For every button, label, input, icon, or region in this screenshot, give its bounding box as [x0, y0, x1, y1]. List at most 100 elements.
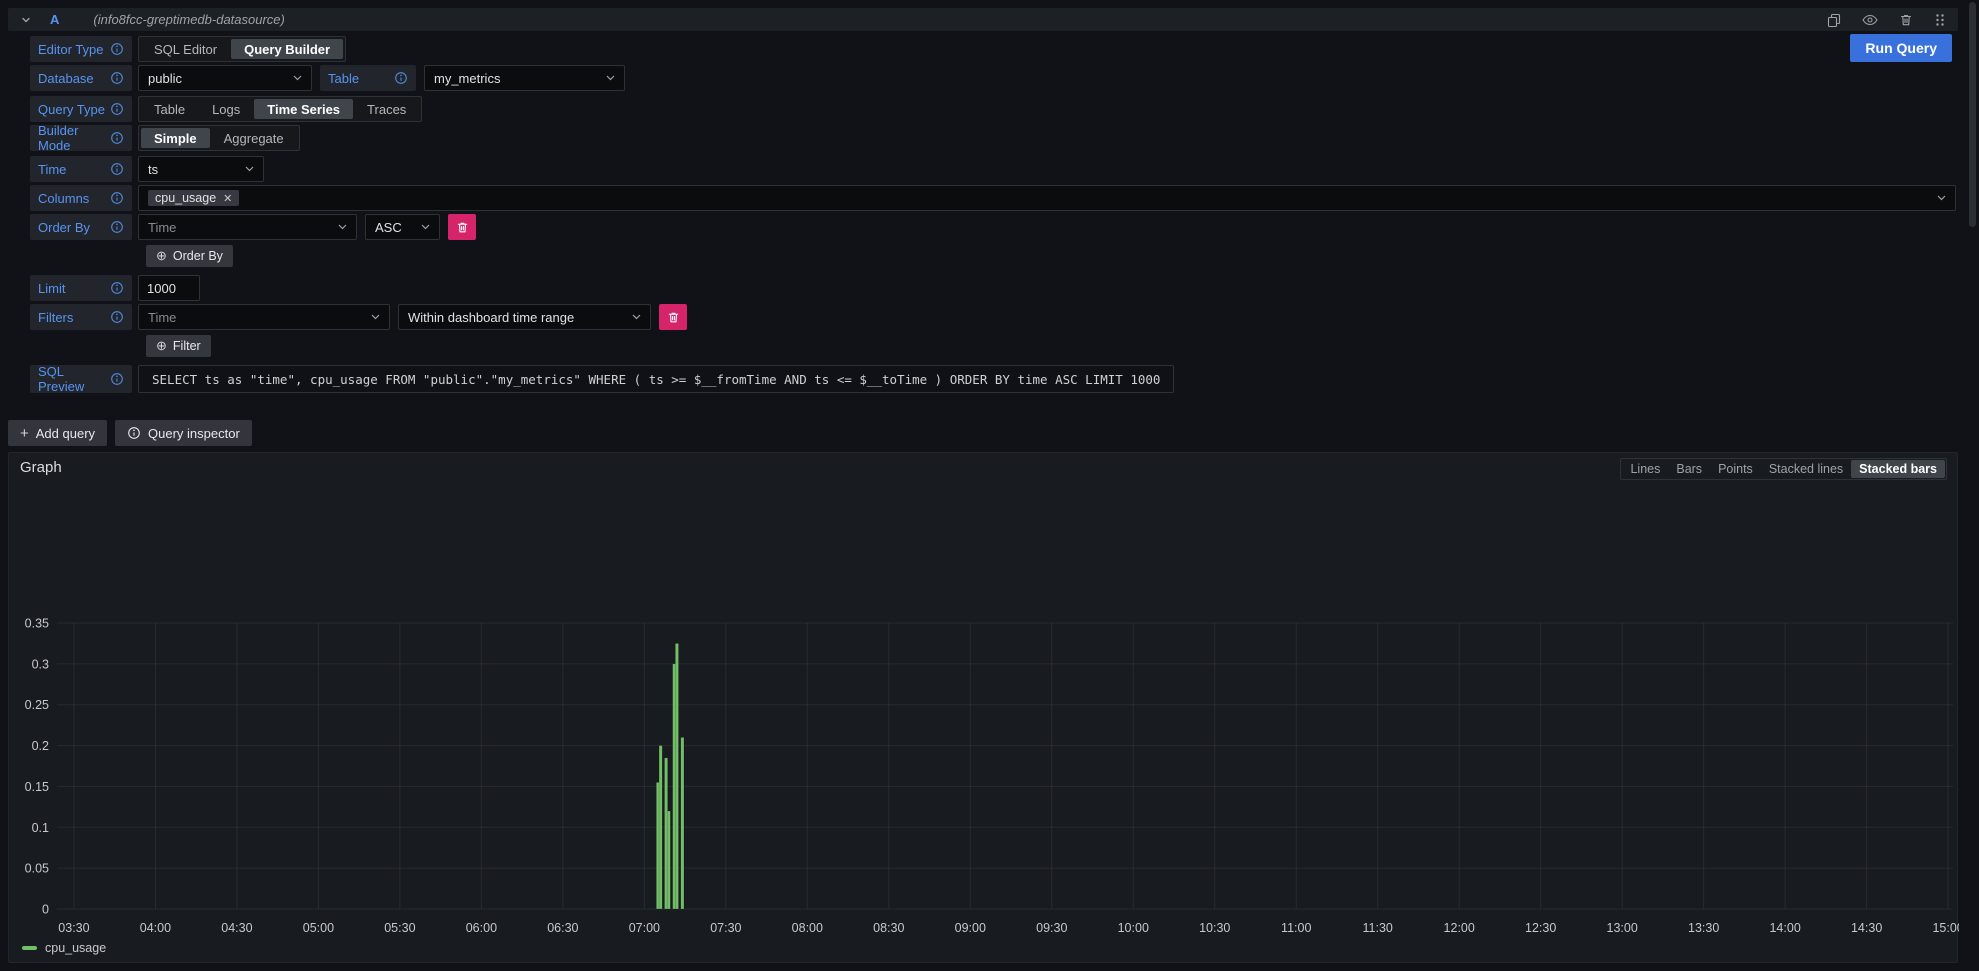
- mode-tab-lines[interactable]: Lines: [1622, 460, 1668, 478]
- chevron-down-icon: [338, 224, 347, 230]
- info-icon[interactable]: [110, 220, 124, 234]
- drag-handle-icon[interactable]: [1934, 13, 1946, 27]
- legend-item-cpu-usage[interactable]: cpu_usage: [22, 941, 106, 955]
- run-query-button[interactable]: Run Query: [1850, 34, 1952, 62]
- svg-text:0.1: 0.1: [32, 821, 49, 835]
- chevron-down-icon: [632, 314, 641, 320]
- trash-icon: [667, 311, 680, 324]
- svg-text:0.25: 0.25: [25, 698, 49, 712]
- time-column-select[interactable]: ts: [138, 156, 264, 182]
- chevron-down-icon: [421, 224, 430, 230]
- graph-mode-tabs: Lines Bars Points Stacked lines Stacked …: [1620, 458, 1947, 480]
- svg-text:06:00: 06:00: [466, 921, 497, 935]
- editor-type-toggle: SQL Editor Query Builder: [138, 36, 346, 62]
- datasource-name: (info8fcc-greptimedb-datasource): [93, 12, 284, 27]
- mode-tab-points[interactable]: Points: [1710, 460, 1761, 478]
- order-by-field-select[interactable]: Time: [138, 214, 357, 240]
- info-icon[interactable]: [110, 310, 124, 324]
- info-icon[interactable]: [110, 281, 124, 295]
- chevron-down-icon: [293, 75, 302, 81]
- query-type-option-traces[interactable]: Traces: [354, 99, 419, 119]
- plus-icon: +: [20, 425, 29, 442]
- builder-mode-option-simple[interactable]: Simple: [141, 128, 210, 148]
- svg-text:12:00: 12:00: [1444, 921, 1475, 935]
- add-query-button[interactable]: + Add query: [8, 420, 107, 446]
- columns-label: Columns: [30, 185, 132, 211]
- svg-text:05:00: 05:00: [303, 921, 334, 935]
- svg-text:11:00: 11:00: [1281, 921, 1311, 935]
- svg-text:10:30: 10:30: [1199, 921, 1230, 935]
- table-label: Table: [320, 65, 416, 91]
- query-type-option-time-series[interactable]: Time Series: [254, 99, 353, 119]
- remove-filter-button[interactable]: [659, 304, 687, 330]
- limit-row: Limit: [30, 275, 1958, 301]
- info-icon[interactable]: [110, 162, 124, 176]
- database-row: Database public Table my_metrics: [30, 65, 1958, 91]
- info-icon[interactable]: [110, 102, 124, 116]
- svg-text:05:30: 05:30: [384, 921, 415, 935]
- scrollbar[interactable]: [1969, 2, 1976, 227]
- columns-multiselect[interactable]: cpu_usage ✕: [138, 185, 1956, 211]
- editor-type-row: Editor Type SQL Editor Query Builder: [30, 36, 1958, 62]
- svg-text:0.15: 0.15: [25, 780, 49, 794]
- filter-field-select[interactable]: Time: [138, 304, 390, 330]
- toggle-visibility-eye-icon[interactable]: [1862, 14, 1878, 26]
- plus-circle-icon: ⊕: [156, 248, 167, 264]
- order-by-row: Order By Time ASC: [30, 214, 1958, 240]
- mode-tab-stacked-bars[interactable]: Stacked bars: [1851, 460, 1945, 478]
- svg-text:04:00: 04:00: [140, 921, 171, 935]
- sql-preview-row: SQL Preview SELECT ts as "time", cpu_usa…: [30, 365, 1958, 393]
- chevron-down-icon: [245, 166, 254, 172]
- database-label: Database: [30, 65, 132, 91]
- remove-order-by-button[interactable]: [448, 214, 476, 240]
- info-icon[interactable]: [110, 191, 124, 205]
- time-series-chart: 00.050.10.150.20.250.30.3503:3004:0004:3…: [9, 479, 1959, 941]
- svg-text:15:00: 15:00: [1932, 921, 1959, 935]
- order-direction-select[interactable]: ASC: [365, 214, 440, 240]
- duplicate-query-icon[interactable]: [1827, 13, 1841, 27]
- table-select[interactable]: my_metrics: [424, 65, 625, 91]
- remove-tag-icon[interactable]: ✕: [223, 192, 232, 205]
- filter-condition-select[interactable]: Within dashboard time range: [398, 304, 651, 330]
- svg-text:03:30: 03:30: [58, 921, 89, 935]
- database-select[interactable]: public: [138, 65, 312, 91]
- svg-text:04:30: 04:30: [221, 921, 252, 935]
- builder-mode-row: Builder Mode Simple Aggregate: [30, 125, 1958, 151]
- sql-preview-text: SELECT ts as "time", cpu_usage FROM "pub…: [138, 365, 1174, 393]
- collapse-chevron-icon[interactable]: [20, 14, 32, 26]
- info-icon[interactable]: [394, 71, 408, 85]
- svg-text:08:00: 08:00: [792, 921, 823, 935]
- remove-query-trash-icon[interactable]: [1899, 13, 1913, 27]
- selected-column-tag: cpu_usage ✕: [148, 190, 239, 206]
- info-icon[interactable]: [110, 372, 124, 386]
- chevron-down-icon: [371, 314, 380, 320]
- trash-icon: [456, 221, 469, 234]
- mode-tab-bars[interactable]: Bars: [1668, 460, 1710, 478]
- editor-type-option-sql-editor[interactable]: SQL Editor: [141, 39, 230, 59]
- info-icon[interactable]: [110, 131, 124, 145]
- query-row-header: A (info8fcc-greptimedb-datasource): [8, 8, 1958, 31]
- svg-text:06:30: 06:30: [547, 921, 578, 935]
- svg-text:13:30: 13:30: [1688, 921, 1719, 935]
- svg-text:0.35: 0.35: [25, 617, 49, 631]
- editor-type-option-query-builder[interactable]: Query Builder: [231, 39, 343, 59]
- chevron-down-icon: [1937, 195, 1946, 201]
- mode-tab-stacked-lines[interactable]: Stacked lines: [1761, 460, 1851, 478]
- query-ref-id[interactable]: A: [50, 12, 59, 27]
- info-icon[interactable]: [110, 42, 124, 56]
- svg-text:10:00: 10:00: [1118, 921, 1149, 935]
- time-label: Time: [30, 156, 132, 182]
- query-type-option-logs[interactable]: Logs: [199, 99, 253, 119]
- svg-text:09:00: 09:00: [955, 921, 986, 935]
- query-type-option-table[interactable]: Table: [141, 99, 198, 119]
- chevron-down-icon: [606, 75, 615, 81]
- query-type-toggle: Table Logs Time Series Traces: [138, 96, 422, 122]
- query-inspector-button[interactable]: Query inspector: [115, 420, 252, 446]
- add-filter-button[interactable]: ⊕ Filter: [146, 335, 211, 357]
- limit-input[interactable]: [138, 275, 200, 301]
- svg-text:14:00: 14:00: [1769, 921, 1800, 935]
- info-icon[interactable]: [110, 71, 124, 85]
- builder-mode-option-aggregate[interactable]: Aggregate: [211, 128, 297, 148]
- add-order-by-button[interactable]: ⊕ Order By: [146, 245, 233, 267]
- svg-text:0.05: 0.05: [25, 862, 49, 876]
